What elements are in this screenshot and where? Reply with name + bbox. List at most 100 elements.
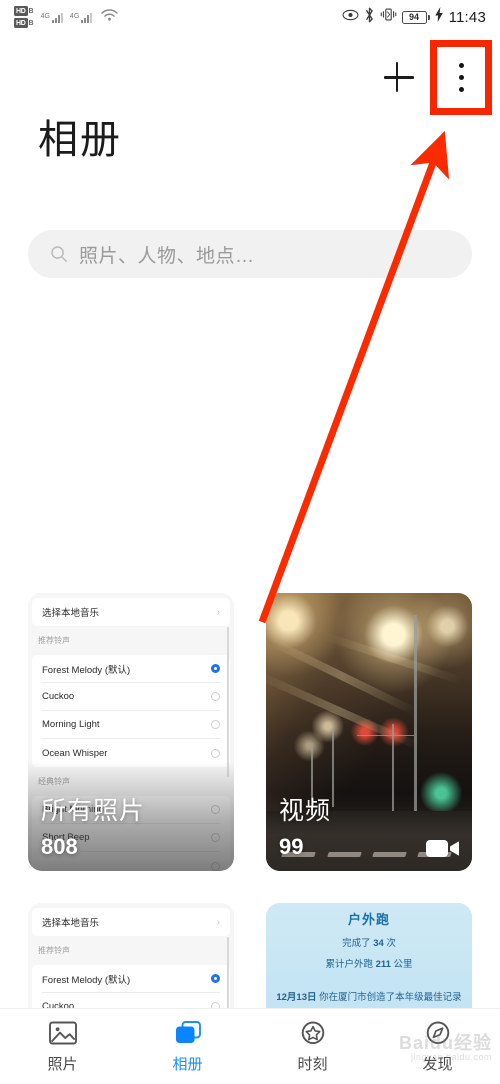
thumb-recommended-list: Forest Melody (默认) Cuckoo Morning Light …	[32, 655, 230, 767]
thumb-section-recommended: 推荐铃声	[38, 946, 70, 955]
hd-sub-sim2: B	[28, 19, 34, 27]
fitness-l3-a: 12月13日	[276, 992, 317, 1003]
battery-cap	[427, 14, 430, 20]
albums-icon	[173, 1020, 203, 1046]
search-icon	[50, 245, 68, 263]
wifi-icon	[100, 8, 119, 27]
fitness-l3-b: 你在厦门市创造了本年级最佳记录	[316, 992, 462, 1003]
radio-unselected-icon	[211, 692, 220, 701]
album-card-all-photos[interactable]: 选择本地音乐 › 推荐铃声 Forest Melody (默认) Cuckoo	[28, 593, 234, 871]
album-card-partial-fitness[interactable]: 户外跑 完成了 34 次 累计户外跑 211 公里 12月13日 你在厦门市创造…	[266, 903, 472, 1013]
fitness-title: 户外跑	[347, 912, 390, 927]
thumb-list-item: Morning Light	[42, 711, 220, 739]
more-dot-3	[458, 87, 464, 92]
radio-unselected-icon	[211, 748, 220, 758]
album-thumbnail-fitness-summary: 户外跑 完成了 34 次 累计户外跑 211 公里 12月13日 你在厦门市创造…	[266, 903, 472, 1013]
album-thumbnail-night-street	[266, 593, 472, 871]
more-options-button[interactable]	[430, 40, 492, 115]
radio-selected-icon	[211, 974, 220, 983]
nav-tab-albums[interactable]: 相册	[125, 1020, 250, 1074]
nav-label-albums: 相册	[172, 1055, 203, 1073]
fitness-spacer	[266, 970, 472, 982]
hd-label-sim1: HD	[14, 6, 28, 16]
nav-label-photos: 照片	[47, 1055, 78, 1073]
fitness-l1-c: 次	[383, 938, 396, 949]
album-count: 99	[279, 834, 304, 859]
radio-selected-icon	[211, 664, 220, 673]
signal-indicator-sim1: 4G	[41, 12, 63, 23]
photo-icon	[48, 1020, 78, 1046]
thumb-list-item: Forest Melody (默认)	[42, 965, 220, 993]
thumb-item-label: Cuckoo	[42, 691, 75, 702]
bluetooth-icon	[364, 7, 375, 28]
nav-tab-photos[interactable]: 照片	[0, 1020, 125, 1074]
add-album-button[interactable]	[382, 60, 416, 94]
fitness-l2-a: 累计户外跑	[325, 959, 376, 970]
fitness-l1-a: 完成了	[342, 938, 374, 949]
video-camera-icon	[426, 838, 460, 859]
moments-star-icon	[298, 1020, 328, 1046]
thumb-list-item: Forest Melody (默认)	[42, 655, 220, 683]
vibrate-icon	[380, 7, 397, 27]
status-bar-left: HD B HD B 4G 4G	[14, 6, 119, 28]
hd-label-sim2: HD	[14, 18, 28, 28]
fitness-line-completed: 完成了 34 次	[266, 935, 472, 949]
network-type-sim1: 4G	[40, 12, 50, 20]
album-card-videos[interactable]: 视频 99	[266, 593, 472, 871]
battery-percent: 94	[409, 11, 420, 22]
dual-sim-hd-indicators: HD B HD B	[14, 6, 34, 28]
battery-body: 94	[401, 10, 427, 24]
chevron-right-icon: ›	[216, 606, 220, 618]
fitness-line-total: 累计户外跑 211 公里	[266, 956, 472, 970]
signal-bars-sim2	[81, 12, 93, 23]
phone-screen: HD B HD B 4G 4G 94 11:43 相册 照片、人物、地点… 选择…	[0, 0, 500, 1084]
search-input[interactable]: 照片、人物、地点…	[28, 230, 472, 278]
hd-badge-sim1: HD B	[14, 6, 34, 16]
thumb-row-local-music: 选择本地音乐 ›	[42, 908, 220, 936]
more-dot-1	[458, 63, 464, 68]
page-title: 相册	[38, 118, 122, 162]
signal-bars-sim1	[51, 12, 63, 23]
lightning-icon	[434, 7, 443, 27]
thumb-section-recommended: 推荐铃声	[38, 636, 70, 645]
album-count: 808	[41, 834, 78, 859]
nav-tab-moments[interactable]: 时刻	[250, 1020, 375, 1074]
search-placeholder: 照片、人物、地点…	[79, 245, 255, 267]
thumb-top-card: 选择本地音乐 ›	[32, 908, 230, 936]
header-action-area	[360, 40, 500, 115]
status-bar-right: 94 11:43	[342, 7, 486, 28]
album-name: 所有照片	[41, 797, 146, 825]
thumb-row-label: 选择本地音乐	[42, 918, 100, 929]
album-thumbnail-ringtone-settings: 选择本地音乐 › 推荐铃声 Forest Melody (默认) Cuckoo	[28, 903, 234, 1013]
status-bar: HD B HD B 4G 4G 94 11:43	[0, 0, 500, 34]
fitness-l2-c: 公里	[390, 959, 413, 970]
baidu-watermark: Baidu经验 jingyan.baidu.com	[399, 1033, 492, 1062]
fitness-l1-b: 34	[373, 938, 384, 949]
fitness-l2-b: 211	[375, 959, 391, 970]
album-card-partial-ringtone[interactable]: 选择本地音乐 › 推荐铃声 Forest Melody (默认) Cuckoo	[28, 903, 234, 1013]
thumb-recommended-list: Forest Melody (默认) Cuckoo Morning Light	[32, 965, 230, 1013]
thumb-scrollbar	[227, 937, 229, 1013]
status-bar-clock: 11:43	[448, 8, 486, 26]
network-type-sim2: 4G	[69, 12, 80, 20]
chevron-right-icon: ›	[216, 916, 220, 928]
thumb-scrollbar	[227, 627, 229, 777]
thumb-item-label: Ocean Whisper	[42, 747, 108, 759]
thumb-item-label: Forest Melody (默认)	[42, 974, 131, 986]
hd-sub-sim1: B	[28, 7, 34, 15]
watermark-line2: jingyan.baidu.com	[410, 1051, 492, 1062]
thumb-list-item: Cuckoo	[42, 683, 220, 711]
eye-icon	[342, 8, 359, 26]
thumb-item-label: Morning Light	[42, 719, 100, 730]
nav-label-moments: 时刻	[297, 1055, 328, 1073]
signal-indicator-sim2: 4G	[69, 12, 93, 23]
fitness-line-record: 12月13日 你在厦门市创造了本年级最佳记录	[266, 989, 472, 1003]
thumb-item-label: Forest Melody (默认)	[42, 664, 131, 676]
album-grid: 选择本地音乐 › 推荐铃声 Forest Melody (默认) Cuckoo	[28, 593, 472, 1013]
hd-badge-sim2: HD B	[14, 18, 34, 28]
annotation-arrow	[258, 131, 450, 624]
album-name: 视频	[279, 797, 332, 825]
thumb-row-label: 选择本地音乐	[42, 608, 100, 619]
thumb-top-card: 选择本地音乐 ›	[32, 598, 230, 626]
battery-indicator: 94	[401, 10, 430, 24]
